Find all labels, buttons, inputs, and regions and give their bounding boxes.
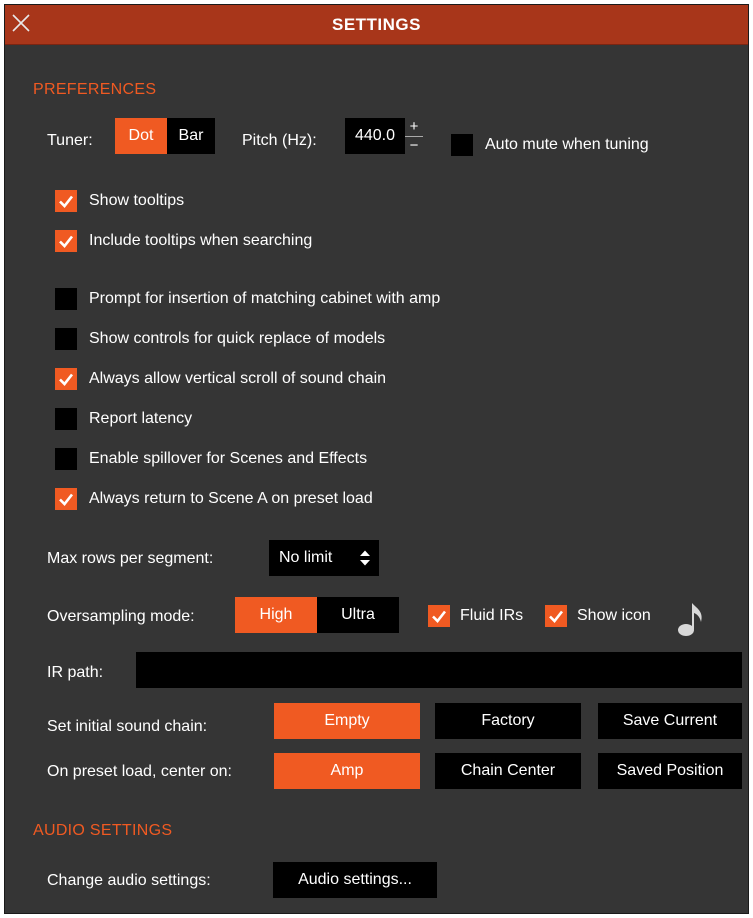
oversampling-label: Oversampling mode: [47, 608, 195, 625]
return-scene-a-label: Always return to Scene A on preset load [89, 490, 373, 507]
updown-chevron-icon [360, 550, 370, 566]
checkbox-row: Show tooltips [55, 189, 184, 213]
ir-path-label: IR path: [47, 664, 104, 681]
report-latency-label: Report latency [89, 410, 193, 427]
pitch-decrement-button[interactable]: − [405, 137, 423, 155]
title-bar: SETTINGS [5, 5, 748, 45]
return-scene-a-checkbox[interactable] [55, 488, 77, 510]
show-icon-label: Show icon [577, 607, 651, 624]
checkmark-icon [549, 610, 564, 623]
ir-path-input[interactable] [136, 652, 742, 688]
center-on-amp-button[interactable]: Amp [274, 753, 420, 789]
tuner-label: Tuner: [47, 132, 93, 149]
quick-replace-label: Show controls for quick replace of model… [89, 330, 386, 347]
initial-chain-factory-button[interactable]: Factory [435, 703, 581, 739]
pitch-label: Pitch (Hz): [242, 132, 317, 149]
checkbox-row: Always allow vertical scroll of sound ch… [55, 367, 386, 391]
fluid-irs-row: Fluid IRs [428, 604, 523, 628]
checkmark-icon [432, 610, 447, 623]
quick-replace-checkbox[interactable] [55, 328, 77, 350]
spillover-label: Enable spillover for Scenes and Effects [89, 450, 368, 467]
oversampling-toggle: High Ultra [235, 597, 399, 633]
initial-chain-label: Set initial sound chain: [47, 718, 208, 735]
oversampling-option-ultra[interactable]: Ultra [317, 597, 399, 633]
checkmark-icon [59, 373, 74, 386]
auto-mute-row: Auto mute when tuning [451, 133, 649, 157]
checkbox-row: Prompt for insertion of matching cabinet… [55, 287, 440, 311]
window-title: SETTINGS [331, 14, 421, 34]
auto-mute-checkbox[interactable] [451, 134, 473, 156]
fluid-irs-checkbox[interactable] [428, 605, 450, 627]
max-rows-select[interactable]: No limit [269, 540, 379, 576]
tuner-toggle: Dot Bar [115, 118, 215, 154]
initial-chain-save-current-button[interactable]: Save Current [598, 703, 742, 739]
checkbox-row: Report latency [55, 407, 192, 431]
report-latency-checkbox[interactable] [55, 408, 77, 430]
spillover-checkbox[interactable] [55, 448, 77, 470]
audio-settings-button[interactable]: Audio settings... [273, 862, 437, 898]
show-tooltips-checkbox[interactable] [55, 190, 77, 212]
vertical-scroll-label: Always allow vertical scroll of sound ch… [89, 370, 387, 387]
settings-window: SETTINGS PREFERENCES Tuner: Dot Bar Pitc… [4, 4, 749, 914]
prompt-cabinet-checkbox[interactable] [55, 288, 77, 310]
audio-section-title: AUDIO SETTINGS [33, 822, 173, 839]
center-on-label: On preset load, center on: [47, 763, 232, 780]
checkbox-row: Enable spillover for Scenes and Effects [55, 447, 367, 471]
checkmark-icon [59, 493, 74, 506]
checkmark-icon [59, 235, 74, 248]
preferences-section-title: PREFERENCES [33, 81, 157, 98]
max-rows-label: Max rows per segment: [47, 550, 214, 567]
center-on-saved-position-button[interactable]: Saved Position [598, 753, 742, 789]
checkbox-row: Include tooltips when searching [55, 229, 312, 253]
prompt-cabinet-label: Prompt for insertion of matching cabinet… [89, 290, 441, 307]
oversampling-option-high[interactable]: High [235, 597, 317, 633]
checkbox-row: Show controls for quick replace of model… [55, 327, 385, 351]
include-tooltips-checkbox[interactable] [55, 230, 77, 252]
vertical-scroll-checkbox[interactable] [55, 368, 77, 390]
show-tooltips-label: Show tooltips [89, 192, 185, 209]
tuner-option-dot[interactable]: Dot [115, 118, 167, 154]
show-icon-row: Show icon [545, 604, 651, 628]
max-rows-value: No limit [279, 549, 333, 566]
change-audio-label: Change audio settings: [47, 872, 211, 889]
pitch-input[interactable]: 440.0 [345, 118, 405, 154]
auto-mute-label: Auto mute when tuning [485, 136, 649, 153]
include-tooltips-label: Include tooltips when searching [89, 232, 313, 249]
center-on-chain-center-button[interactable]: Chain Center [435, 753, 581, 789]
checkmark-icon [59, 195, 74, 208]
tuner-option-bar[interactable]: Bar [167, 118, 215, 154]
pitch-increment-button[interactable]: + [405, 118, 423, 136]
fluid-irs-label: Fluid IRs [460, 607, 524, 624]
pitch-stepper: + − [405, 118, 423, 154]
close-icon[interactable] [9, 11, 33, 35]
show-icon-checkbox[interactable] [545, 605, 567, 627]
initial-chain-empty-button[interactable]: Empty [274, 703, 420, 739]
checkbox-row: Always return to Scene A on preset load [55, 487, 373, 511]
fluid-note-icon [678, 603, 702, 636]
